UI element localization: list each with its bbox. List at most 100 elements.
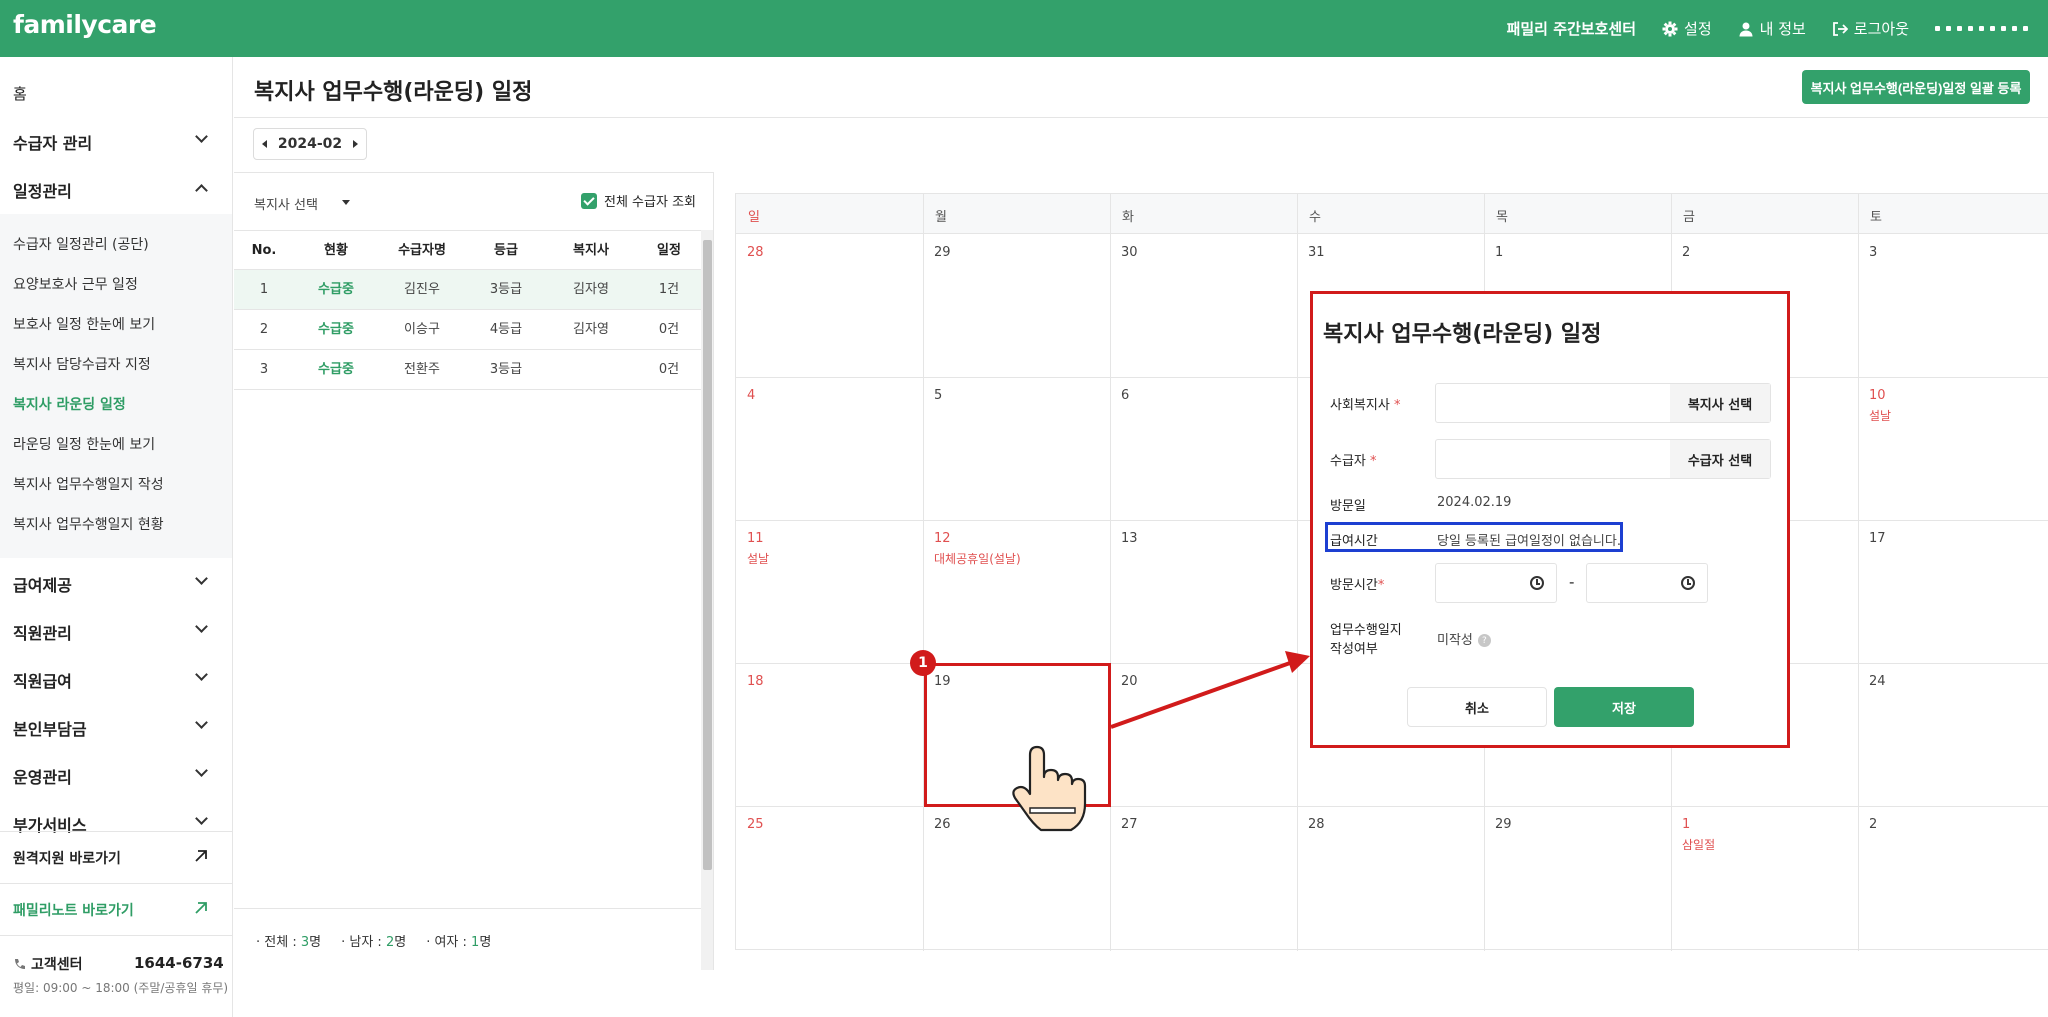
prev-month-icon[interactable] — [262, 140, 267, 148]
calendar-day-cell[interactable]: 3 — [1858, 234, 2045, 377]
cell-worker: 김자영 — [573, 282, 609, 297]
calendar-day-number: 27 — [1121, 817, 1138, 832]
sidebar-item-operation[interactable]: 운영관리 — [13, 764, 72, 788]
sidebar-divider — [0, 883, 232, 884]
header-divider — [234, 117, 2048, 118]
calendar-day-number: 26 — [934, 817, 951, 832]
calendar-day-cell[interactable]: 17 — [1858, 520, 2045, 663]
weekday-wed: 수 — [1309, 210, 1321, 225]
remote-support-link[interactable]: 원격지원 바로가기 — [13, 848, 121, 868]
table-row[interactable]: 3 수급중 전환주 3등급 0건 — [234, 350, 702, 390]
sidebar-sub-item[interactable]: 복지사 업무수행일지 작성 — [13, 474, 164, 494]
social-worker-field[interactable]: 복지사 선택 — [1435, 383, 1771, 423]
sidebar-item-home[interactable]: 홈 — [13, 83, 27, 104]
calendar-day-cell[interactable]: 2 — [1858, 806, 2045, 949]
weekday-mon: 월 — [935, 210, 947, 225]
logout-icon — [1832, 21, 1848, 37]
calendar-day-number: 29 — [934, 245, 951, 260]
sidebar-item-copay[interactable]: 본인부담금 — [13, 716, 87, 740]
sidebar-item-staff-mgmt[interactable]: 직원관리 — [13, 620, 72, 644]
cs-label: 고객센터 — [31, 957, 83, 973]
sidebar-item-staff-pay[interactable]: 직원급여 — [13, 668, 72, 692]
sidebar-sub-item[interactable]: 복지사 담당수급자 지정 — [13, 354, 151, 374]
cs-hours: 평일: 09:00 ~ 18:00 (주말/공휴일 휴무) — [13, 981, 229, 995]
customer-center: 고객센터 — [13, 954, 83, 974]
current-month: 2024-02 — [277, 136, 343, 152]
visit-time-label-text: 방문시간 — [1330, 578, 1378, 593]
weekday-sat: 토 — [1870, 210, 1882, 225]
bulk-register-button[interactable]: 복지사 업무수행(라운딩)일정 일괄 등록 — [1802, 70, 2030, 104]
cell-grade: 3등급 — [489, 362, 523, 377]
sidebar-item-schedule-mgmt[interactable]: 일정관리 — [13, 178, 220, 202]
logout-link[interactable]: 로그아웃 — [1832, 18, 1909, 39]
app-logo[interactable]: familycare — [13, 10, 157, 39]
table-row[interactable]: 2 수급중 이승구 4등급 김자영 0건 — [234, 310, 702, 350]
visit-end-time-input[interactable] — [1586, 563, 1708, 603]
calendar-day-cell[interactable]: 13 — [1110, 520, 1297, 663]
calendar-day-cell[interactable]: 27 — [1110, 806, 1297, 949]
summary-unit: 명 — [309, 935, 322, 950]
settings-link[interactable]: 설정 — [1662, 18, 1712, 39]
show-all-checkbox[interactable]: 전체 수급자 조회 — [581, 191, 696, 210]
cancel-button[interactable]: 취소 — [1407, 687, 1547, 727]
cell-no: 2 — [259, 322, 269, 337]
calendar-day-cell[interactable]: 12 대체공휴일(설날) — [923, 520, 1110, 663]
step-badge: 1 — [910, 650, 936, 676]
sidebar-sub-item[interactable]: 요양보호사 근무 일정 — [13, 274, 138, 294]
schedule-submenu: 수급자 일정관리 (공단) 요양보호사 근무 일정 보호사 일정 한눈에 보기 … — [0, 214, 232, 558]
calendar-day-cell[interactable]: 6 — [1110, 377, 1297, 520]
summary-total-label: 전체 : — [264, 935, 301, 950]
sidebar-item-benefit[interactable]: 급여제공 — [13, 572, 72, 596]
calendar-day-cell[interactable]: 18 — [736, 663, 923, 806]
calendar-day-cell[interactable]: 29 — [1484, 806, 1671, 949]
calendar-day-cell[interactable]: 28 — [1297, 806, 1484, 949]
calendar-day-cell[interactable]: 1 삼일절 — [1671, 806, 1858, 949]
apps-grid-icon[interactable] — [1935, 26, 2028, 31]
calendar-day-cell[interactable]: 28 — [736, 234, 923, 377]
sidebar-item-addon[interactable]: 부가서비스 — [13, 812, 87, 836]
calendar-day-cell[interactable]: 29 — [923, 234, 1110, 377]
table-row[interactable]: 1 수급중 김진우 3등급 김자영 1건 — [234, 270, 702, 310]
sidebar-sub-item-active[interactable]: 복지사 라운딩 일정 — [13, 394, 126, 414]
select-recipient-button[interactable]: 수급자 선택 — [1670, 440, 1770, 478]
chevron-down-icon — [195, 812, 208, 825]
visit-start-time-input[interactable] — [1435, 563, 1557, 603]
my-info-label: 내 정보 — [1759, 20, 1806, 38]
sidebar-item-recipient-mgmt[interactable]: 수급자 관리 — [13, 130, 220, 154]
help-icon[interactable]: ? — [1477, 634, 1491, 647]
calendar-day-cell[interactable]: 30 — [1110, 234, 1297, 377]
weekday-sun: 일 — [748, 210, 760, 225]
select-social-worker-button[interactable]: 복지사 선택 — [1670, 384, 1770, 422]
worker-select[interactable]: 복지사 선택 — [254, 194, 350, 213]
calendar-day-cell[interactable]: 11 설날 — [736, 520, 923, 663]
sidebar-sub-item[interactable]: 라운딩 일정 한눈에 보기 — [13, 434, 155, 454]
calendar-day-cell[interactable]: 5 — [923, 377, 1110, 520]
clock-icon — [1681, 576, 1695, 590]
recipient-field[interactable]: 수급자 선택 — [1435, 439, 1771, 479]
recipient-label: 수급자 * — [1330, 450, 1377, 469]
rounding-schedule-modal: 복지사 업무수행(라운딩) 일정 사회복지사 * 복지사 선택 수급자 * 수급… — [1310, 291, 1790, 748]
holiday-label: 삼일절 — [1682, 838, 1716, 852]
family-note-link[interactable]: 패밀리노트 바로가기 — [13, 900, 134, 920]
my-info-link[interactable]: 내 정보 — [1738, 18, 1806, 39]
calendar-day-number: 3 — [1869, 245, 1878, 260]
settings-label: 설정 — [1684, 20, 1712, 38]
calendar-day-cell[interactable]: 24 — [1858, 663, 2045, 806]
sidebar-sub-item[interactable]: 보호사 일정 한눈에 보기 — [13, 314, 155, 334]
calendar-day-cell[interactable]: 26 — [923, 806, 1110, 949]
next-month-icon[interactable] — [352, 140, 358, 148]
chevron-down-icon — [195, 572, 208, 585]
calendar-day-cell[interactable]: 25 — [736, 806, 923, 949]
worker-select-label: 복지사 선택 — [254, 198, 318, 213]
calendar-day-number: 2 — [1682, 245, 1691, 260]
summary-male-count: 2 — [385, 935, 395, 950]
list-scrollbar-thumb[interactable] — [703, 240, 712, 870]
calendar-day-cell[interactable]: 10 설날 — [1858, 377, 2045, 520]
calendar-day-cell[interactable]: 4 — [736, 377, 923, 520]
summary-male: · 남자 : 2명 — [341, 935, 407, 950]
save-button[interactable]: 저장 — [1554, 687, 1694, 727]
calendar-day-cell[interactable]: 20 — [1110, 663, 1297, 806]
weekday-tue: 화 — [1122, 210, 1134, 225]
sidebar-sub-item[interactable]: 수급자 일정관리 (공단) — [13, 234, 149, 254]
sidebar-sub-item[interactable]: 복지사 업무수행일지 현황 — [13, 514, 164, 534]
